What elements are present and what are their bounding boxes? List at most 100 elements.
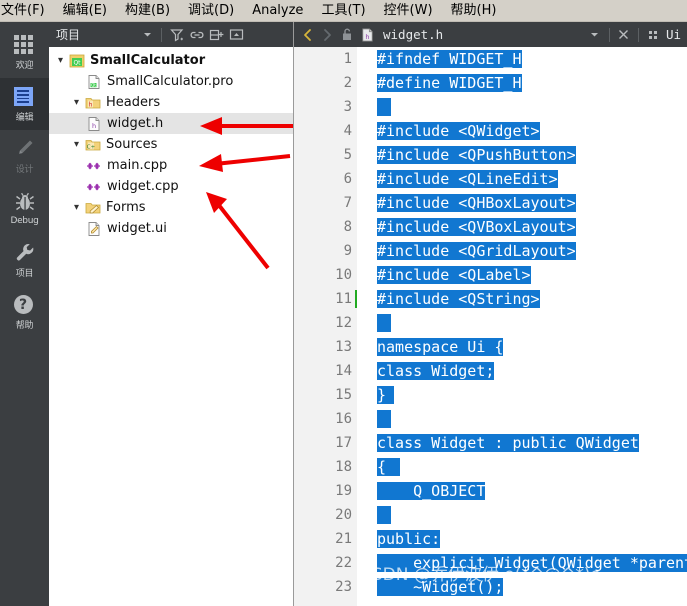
code-line[interactable]: #include <QPushButton> (377, 143, 687, 167)
forward-arrow-icon[interactable] (317, 25, 337, 45)
code-line[interactable]: public: (377, 527, 687, 551)
mode-design[interactable]: 设计 (0, 130, 49, 182)
unlock-icon[interactable] (337, 25, 357, 45)
line-number: 6 (343, 171, 352, 187)
code-line-text: Q_OBJECT (377, 482, 486, 500)
mode-design-label: 设计 (15, 165, 34, 175)
mode-help[interactable]: ? 帮助 (0, 286, 49, 338)
expand-chevron-icon[interactable]: ▾ (69, 95, 84, 110)
tree-item-main-cpp[interactable]: main.cpp (49, 155, 293, 176)
code-line[interactable] (377, 95, 687, 119)
tree-item-smallcalculator[interactable]: ▾ Qt SmallCalculator (49, 50, 293, 71)
code-line-text: public: (377, 530, 441, 548)
menu-item-edit[interactable]: 编辑(E) (54, 0, 116, 21)
code-area[interactable]: 1 2 3 4 5 6 7 8 9 10 11 12 13 ▾ 14 (294, 47, 687, 606)
menu-item-file[interactable]: 文件(F) (0, 0, 54, 21)
tree-item-smallcalculator-pro[interactable]: Qt SmallCalculator.pro (49, 71, 293, 92)
chevron-down-icon[interactable] (585, 25, 605, 45)
code-line[interactable]: #define WIDGET_H (377, 71, 687, 95)
line-number: 23 (335, 579, 352, 595)
menu-item-analyze[interactable]: Analyze (243, 0, 312, 21)
code-line[interactable]: #include <QGridLayout> (377, 239, 687, 263)
mode-selector-bar: 欢迎 编辑 设计 Debug 项目 ? 帮助 (0, 22, 49, 606)
line-number: 3 (343, 99, 352, 115)
code-line[interactable] (377, 503, 687, 527)
code-line[interactable]: { (377, 455, 687, 479)
tree-item-widget-cpp[interactable]: widget.cpp (49, 176, 293, 197)
tree-item-widget-ui[interactable]: widget.ui (49, 218, 293, 239)
wrench-icon (14, 241, 36, 263)
toolbar-separator (608, 27, 610, 42)
back-arrow-icon[interactable] (297, 25, 317, 45)
code-line[interactable]: #ifndef WIDGET_H (377, 47, 687, 71)
tree-item-widget-h[interactable]: h widget.h (49, 113, 293, 134)
line-number-foldable: 13 ▾ (294, 335, 369, 359)
code-line[interactable]: explicit Widget(QWidget *parent = 0); (377, 551, 687, 575)
pro-file-icon: Qt (85, 73, 102, 90)
code-line[interactable]: } (377, 383, 687, 407)
mode-debug[interactable]: Debug (0, 182, 49, 234)
menu-item-build[interactable]: 构建(B) (116, 0, 179, 21)
menu-item-window[interactable]: 控件(W) (375, 0, 442, 21)
code-line[interactable]: ~Widget(); (377, 575, 687, 599)
code-line-text: #include <QWidget> (377, 122, 540, 140)
menu-item-tools[interactable]: 工具(T) (312, 0, 374, 21)
line-number: 13 (335, 339, 352, 355)
tree-item-headers[interactable]: ▾ h Headers (49, 92, 293, 113)
expand-chevron-icon[interactable]: ▾ (69, 200, 84, 215)
code-line[interactable]: #include <QLineEdit> (377, 167, 687, 191)
chevron-down-icon[interactable] (138, 25, 157, 44)
menu-item-debug[interactable]: 调试(D) (179, 0, 243, 21)
mode-debug-label: Debug (10, 215, 39, 226)
code-line[interactable]: #include <QVBoxLayout> (377, 215, 687, 239)
code-line-text (377, 314, 391, 332)
editor-filename[interactable]: widget.h (383, 27, 443, 42)
link-icon[interactable] (187, 25, 206, 44)
tree-item-label: widget.h (107, 116, 164, 131)
code-line-text: #ifndef WIDGET_H (377, 50, 522, 68)
expand-chevron-icon[interactable]: ▾ (69, 137, 84, 152)
collapse-icon[interactable] (227, 25, 246, 44)
svg-text:h: h (88, 101, 92, 108)
editor-split-label[interactable]: Ui (666, 27, 681, 42)
code-line[interactable]: namespace Ui { (377, 335, 687, 359)
code-line-text: ~Widget(); (377, 578, 504, 596)
line-number: 1 (343, 51, 352, 67)
code-line-text: } (377, 386, 395, 404)
toolbar-separator (161, 27, 163, 42)
mode-edit[interactable]: 编辑 (0, 78, 49, 130)
code-text-column[interactable]: #ifndef WIDGET_H #define WIDGET_H #inclu… (357, 47, 687, 606)
line-number-gutter: 1 2 3 4 5 6 7 8 9 10 11 12 13 ▾ 14 (294, 47, 369, 606)
code-line[interactable] (377, 407, 687, 431)
split-icon[interactable] (207, 25, 226, 44)
code-line[interactable]: class Widget : public QWidget (377, 431, 687, 455)
menu-item-help[interactable]: 帮助(H) (442, 0, 506, 21)
tree-item-sources[interactable]: ▾ C+ Sources (49, 134, 293, 155)
line-number: 21 (335, 531, 352, 547)
filter-icon[interactable] (167, 25, 186, 44)
editor-toolbar: h widget.h Ui (294, 22, 687, 47)
line-number: 9 (343, 243, 352, 259)
split-dots-icon[interactable] (643, 25, 663, 45)
code-line[interactable]: Q_OBJECT (377, 479, 687, 503)
expand-chevron-icon[interactable]: ▾ (53, 53, 68, 68)
tree-item-label: widget.cpp (107, 179, 179, 194)
svg-text:h: h (365, 32, 369, 40)
tree-item-label: widget.ui (107, 221, 167, 236)
code-line-text (377, 410, 391, 428)
close-icon[interactable] (614, 25, 634, 45)
code-line[interactable]: class Widget; (377, 359, 687, 383)
code-line-text: #include <QGridLayout> (377, 242, 576, 260)
code-line-text: class Widget; (377, 362, 495, 380)
code-line-text (377, 506, 391, 524)
mode-projects[interactable]: 项目 (0, 234, 49, 286)
tree-item-forms[interactable]: ▾ Forms (49, 197, 293, 218)
mode-welcome[interactable]: 欢迎 (0, 26, 49, 78)
code-line[interactable]: #include <QLabel> (377, 263, 687, 287)
code-line[interactable]: #include <QHBoxLayout> (377, 191, 687, 215)
code-line-text: #include <QLineEdit> (377, 170, 558, 188)
code-line[interactable]: #include <QWidget> (377, 119, 687, 143)
line-number: 22 (335, 555, 352, 571)
code-line[interactable]: #include <QString> (377, 287, 687, 311)
code-line[interactable] (377, 311, 687, 335)
